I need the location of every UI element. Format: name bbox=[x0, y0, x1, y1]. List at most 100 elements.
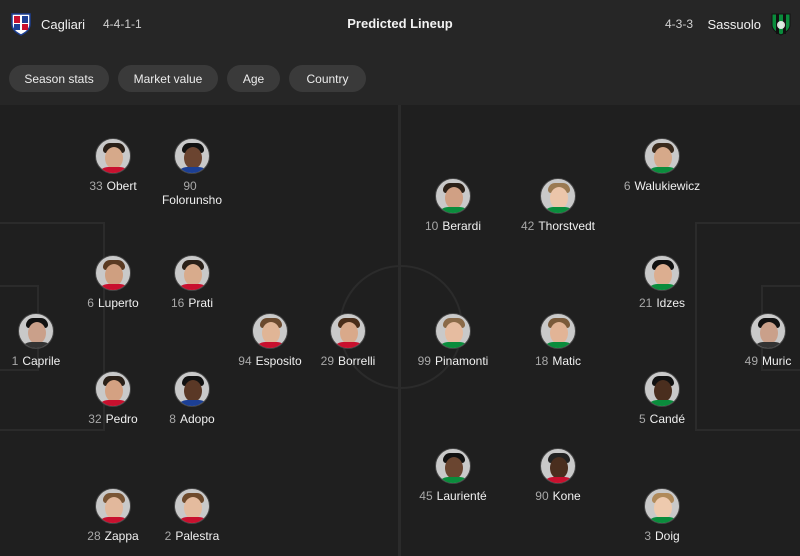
player-name: Borrelli bbox=[338, 354, 376, 368]
player-number: 6 bbox=[623, 179, 631, 193]
player-card[interactable]: 10 Berardi bbox=[393, 178, 513, 233]
filter-age[interactable]: Age bbox=[227, 65, 280, 92]
player-number: 90 bbox=[535, 489, 549, 503]
away-team-name: Sassuolo bbox=[707, 16, 761, 32]
player-number: 32 bbox=[88, 412, 102, 426]
player-number: 49 bbox=[744, 354, 758, 368]
player-number: 3 bbox=[644, 529, 651, 543]
player-card[interactable]: 90 Folorunsho bbox=[132, 138, 252, 207]
player-card[interactable]: 16 Prati bbox=[132, 255, 252, 310]
player-card[interactable]: 99 Pinamonti bbox=[393, 313, 513, 368]
player-label: 8 Adopo bbox=[132, 412, 252, 426]
player-card[interactable]: 49 Muric bbox=[708, 313, 800, 368]
player-number: 1 bbox=[11, 354, 19, 368]
player-avatar bbox=[174, 488, 210, 524]
sassuolo-crest-icon bbox=[771, 13, 791, 36]
filter-country[interactable]: Country bbox=[289, 65, 366, 92]
player-avatar bbox=[540, 313, 576, 349]
player-name: Pinamonti bbox=[434, 354, 489, 368]
player-card[interactable]: 6 Walukiewicz bbox=[602, 138, 722, 193]
player-label: 16 Prati bbox=[132, 296, 252, 310]
player-number: 8 bbox=[169, 412, 176, 426]
player-avatar bbox=[644, 138, 680, 174]
player-label: 5 Candé bbox=[602, 412, 722, 426]
player-avatar bbox=[540, 178, 576, 214]
player-card[interactable]: 2 Palestra bbox=[132, 488, 252, 543]
player-number: 6 bbox=[87, 296, 94, 310]
player-avatar bbox=[18, 313, 54, 349]
player-number: 21 bbox=[638, 296, 653, 310]
player-number: 10 bbox=[424, 219, 439, 233]
player-number: 90 bbox=[183, 179, 197, 193]
player-card[interactable]: 21 Idzes bbox=[602, 255, 722, 310]
player-number: 16 bbox=[170, 296, 185, 310]
player-avatar bbox=[252, 313, 288, 349]
filter-market-value[interactable]: Market value bbox=[118, 65, 218, 92]
player-card[interactable]: 42 Thorstvedt bbox=[498, 178, 618, 233]
player-number: 29 bbox=[320, 354, 334, 368]
player-label: 10 Berardi bbox=[393, 219, 513, 233]
player-label: 99 Pinamonti bbox=[393, 354, 513, 368]
player-number: 28 bbox=[87, 529, 101, 543]
player-label: 90 Folorunsho bbox=[132, 179, 252, 207]
player-avatar bbox=[750, 313, 786, 349]
player-name: Laurienté bbox=[436, 489, 487, 503]
player-avatar bbox=[644, 488, 680, 524]
player-avatar bbox=[95, 371, 131, 407]
player-name: Adopo bbox=[179, 412, 215, 426]
player-label: 1 Caprile bbox=[0, 354, 96, 368]
player-number: 18 bbox=[534, 354, 549, 368]
player-label: 49 Muric bbox=[708, 354, 800, 368]
player-label: 42 Thorstvedt bbox=[498, 219, 618, 233]
player-avatar bbox=[435, 313, 471, 349]
player-avatar bbox=[174, 371, 210, 407]
player-avatar bbox=[435, 178, 471, 214]
player-name: Muric bbox=[762, 354, 792, 368]
player-avatar bbox=[644, 371, 680, 407]
player-label: 3 Doig bbox=[602, 529, 722, 543]
player-name: Matic bbox=[552, 354, 582, 368]
player-card[interactable]: 1 Caprile bbox=[0, 313, 96, 368]
player-name: Idzes bbox=[656, 296, 686, 310]
player-card[interactable]: 45 Laurienté bbox=[393, 448, 513, 503]
player-label: 29 Borrelli bbox=[288, 354, 408, 368]
player-avatar bbox=[95, 255, 131, 291]
player-card[interactable]: 29 Borrelli bbox=[288, 313, 408, 368]
player-name: Thorstvedt bbox=[538, 219, 596, 233]
player-avatar bbox=[540, 448, 576, 484]
filter-season-stats[interactable]: Season stats bbox=[9, 65, 109, 92]
player-card[interactable]: 3 Doig bbox=[602, 488, 722, 543]
player-card[interactable]: 8 Adopo bbox=[132, 371, 252, 426]
player-label: 21 Idzes bbox=[602, 296, 722, 310]
player-number: 99 bbox=[417, 354, 431, 368]
away-team[interactable]: Sassuolo bbox=[708, 12, 792, 36]
player-card[interactable]: 18 Matic bbox=[498, 313, 618, 368]
player-name: Prati bbox=[188, 296, 214, 310]
player-name: Caprile bbox=[22, 354, 61, 368]
player-number: 2 bbox=[164, 529, 172, 543]
lineup-header: Cagliari 4-4-1-1 Predicted Lineup 4-3-3 … bbox=[0, 0, 800, 50]
player-number: 45 bbox=[419, 489, 433, 503]
stat-filters: Season stats Market value Age Country bbox=[0, 50, 800, 105]
player-label: 90 Kone bbox=[498, 489, 618, 503]
player-name: Kone bbox=[552, 489, 581, 503]
player-avatar bbox=[95, 138, 131, 174]
player-avatar bbox=[330, 313, 366, 349]
player-name: Doig bbox=[655, 529, 680, 543]
player-label: 2 Palestra bbox=[132, 529, 252, 543]
player-label: 45 Laurienté bbox=[393, 489, 513, 503]
player-number: 42 bbox=[520, 219, 535, 233]
player-name: Candé bbox=[649, 412, 686, 426]
player-avatar bbox=[95, 488, 131, 524]
player-name: Walukiewicz bbox=[634, 179, 701, 193]
player-avatar bbox=[644, 255, 680, 291]
player-number: 5 bbox=[638, 412, 646, 426]
player-name: Folorunsho bbox=[161, 193, 223, 207]
player-label: 6 Walukiewicz bbox=[602, 179, 722, 193]
player-avatar bbox=[174, 255, 210, 291]
away-formation: 4-3-3 bbox=[665, 17, 694, 31]
player-card[interactable]: 90 Kone bbox=[498, 448, 618, 503]
pitch: 33 Obert 90 Folorunsho 6 Luperto 16 Prati 1C… bbox=[0, 105, 800, 556]
player-card[interactable]: 5 Candé bbox=[602, 371, 722, 426]
player-avatar bbox=[435, 448, 471, 484]
